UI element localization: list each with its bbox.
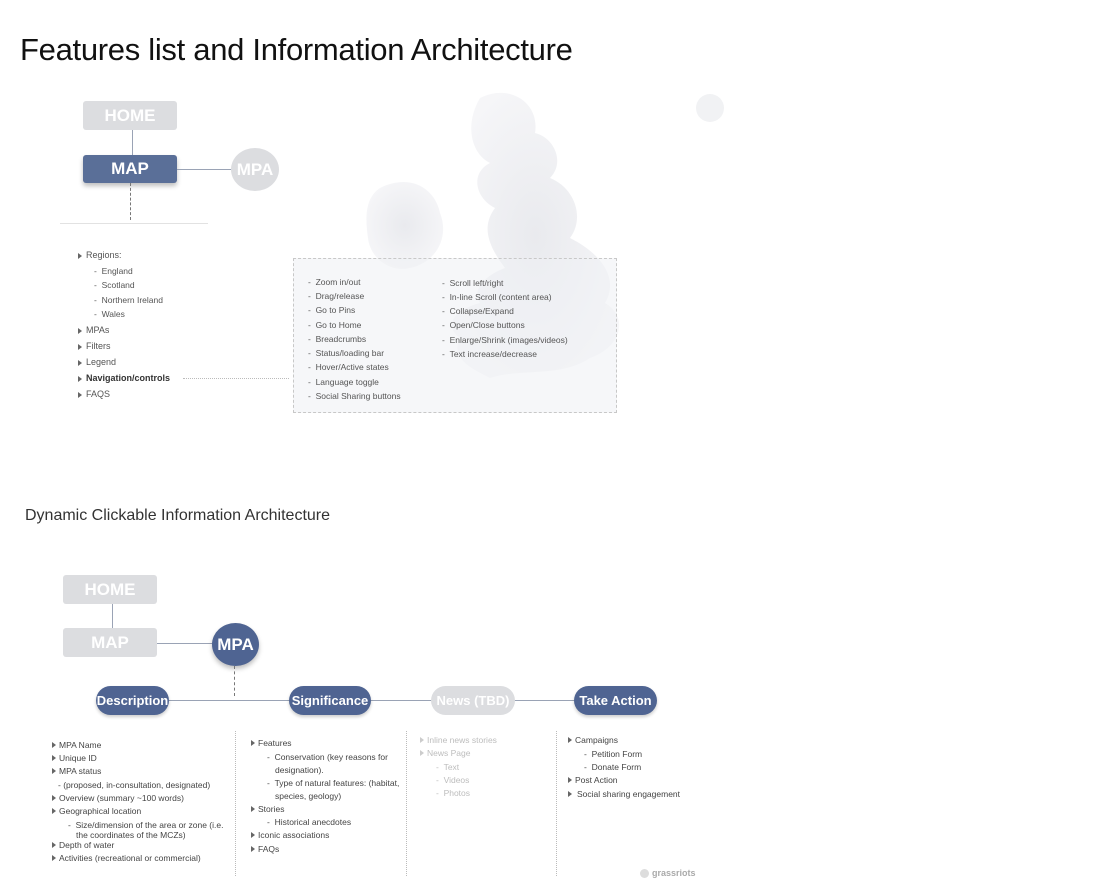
control-item: - Drag/release — [308, 291, 365, 301]
control-item: - Enlarge/Shrink (images/videos) — [442, 335, 568, 345]
map-node[interactable]: MAP — [83, 155, 177, 183]
list-subitem: - Videos — [436, 775, 470, 785]
control-item: - Text increase/decrease — [442, 349, 537, 359]
list-item: Unique ID — [52, 753, 97, 763]
list-subitem: - (proposed, in-consultation, designated… — [58, 780, 211, 790]
connector — [130, 183, 131, 220]
list-item: MPA Name — [52, 740, 101, 750]
divider — [60, 223, 208, 224]
control-item: - Hover/Active states — [308, 362, 389, 372]
watermark-logo: grassriots — [640, 868, 696, 879]
connector — [177, 169, 233, 170]
home-node[interactable]: HOME — [63, 575, 157, 604]
section-title: Dynamic Clickable Information Architectu… — [25, 507, 331, 524]
mpa-node[interactable]: MPA — [231, 148, 279, 191]
list-item: Social sharing engagement — [568, 789, 680, 799]
control-item: - In-line Scroll (content area) — [442, 292, 552, 302]
list-item: MPA status — [52, 766, 101, 776]
list-subitem: the coordinates of the MCZs) — [76, 830, 186, 840]
control-item: - Scroll left/right — [442, 278, 504, 288]
connector — [112, 604, 113, 629]
list-subitem: - Text — [436, 762, 460, 772]
list-subitem: - Northern Ireland — [94, 295, 163, 305]
connector — [132, 130, 133, 155]
map-node[interactable]: MAP — [63, 628, 157, 657]
list-item: Overview (summary ~100 words) — [52, 793, 184, 803]
control-item: - Zoom in/out — [308, 277, 361, 287]
list-subitem: - Scotland — [94, 280, 135, 290]
list-item: Iconic associations — [251, 830, 329, 840]
connector — [234, 666, 235, 696]
logo-icon — [640, 869, 649, 879]
node-description[interactable]: Description — [96, 686, 169, 715]
control-item: - Open/Close buttons — [442, 320, 525, 330]
list-subitem: - Wales — [94, 309, 125, 319]
list-subitem: - Size/dimension of the area or zone (i.… — [68, 820, 224, 830]
list-item: News Page — [420, 748, 470, 758]
control-item: - Social Sharing buttons — [308, 391, 401, 401]
list-subitem: - Type of natural features: (habitat, — [267, 778, 400, 788]
connector — [157, 643, 213, 644]
list-item: Features — [251, 738, 292, 748]
column-divider — [235, 731, 236, 876]
list-subitem: - Donate Form — [584, 762, 642, 772]
list-item: FAQs — [251, 844, 279, 854]
control-item: - Breadcrumbs — [308, 334, 367, 344]
page-title: Features list and Information Architectu… — [20, 32, 573, 67]
column-divider — [406, 731, 407, 876]
node-significance[interactable]: Significance — [289, 686, 371, 715]
node-take-action[interactable]: Take Action — [574, 686, 657, 715]
mpa-node[interactable]: MPA — [212, 623, 259, 666]
connector — [183, 378, 289, 379]
list-subitem: - Petition Form — [584, 749, 643, 759]
list-item: Campaigns — [568, 735, 618, 745]
list-item: Post Action — [568, 775, 618, 785]
list-subitem: - Historical anecdotes — [267, 817, 352, 827]
list-item: Activities (recreational or commercial) — [52, 853, 201, 863]
list-item: Stories — [251, 804, 284, 814]
list-subitem: designation). — [275, 765, 324, 775]
node-news[interactable]: News (TBD) — [431, 686, 515, 715]
controls-panel: - Zoom in/out - Drag/release - Go to Pin… — [293, 258, 617, 413]
list-item: Inline news stories — [420, 735, 497, 745]
list-item: Geographical location — [52, 806, 141, 816]
list-subitem: species, geology) — [275, 791, 342, 801]
list-subitem: - Photos — [436, 788, 471, 798]
control-item: - Go to Home — [308, 320, 362, 330]
home-node[interactable]: HOME — [83, 101, 177, 130]
control-item: - Language toggle — [308, 377, 379, 387]
column-divider — [556, 731, 557, 876]
list-subitem: - England — [94, 266, 133, 276]
control-item: - Collapse/Expand — [442, 306, 514, 316]
list-subitem: - Conservation (key reasons for — [267, 752, 388, 762]
list-item: Depth of water — [52, 840, 114, 850]
control-item: - Go to Pins — [308, 305, 356, 315]
control-item: - Status/loading bar — [308, 348, 385, 358]
